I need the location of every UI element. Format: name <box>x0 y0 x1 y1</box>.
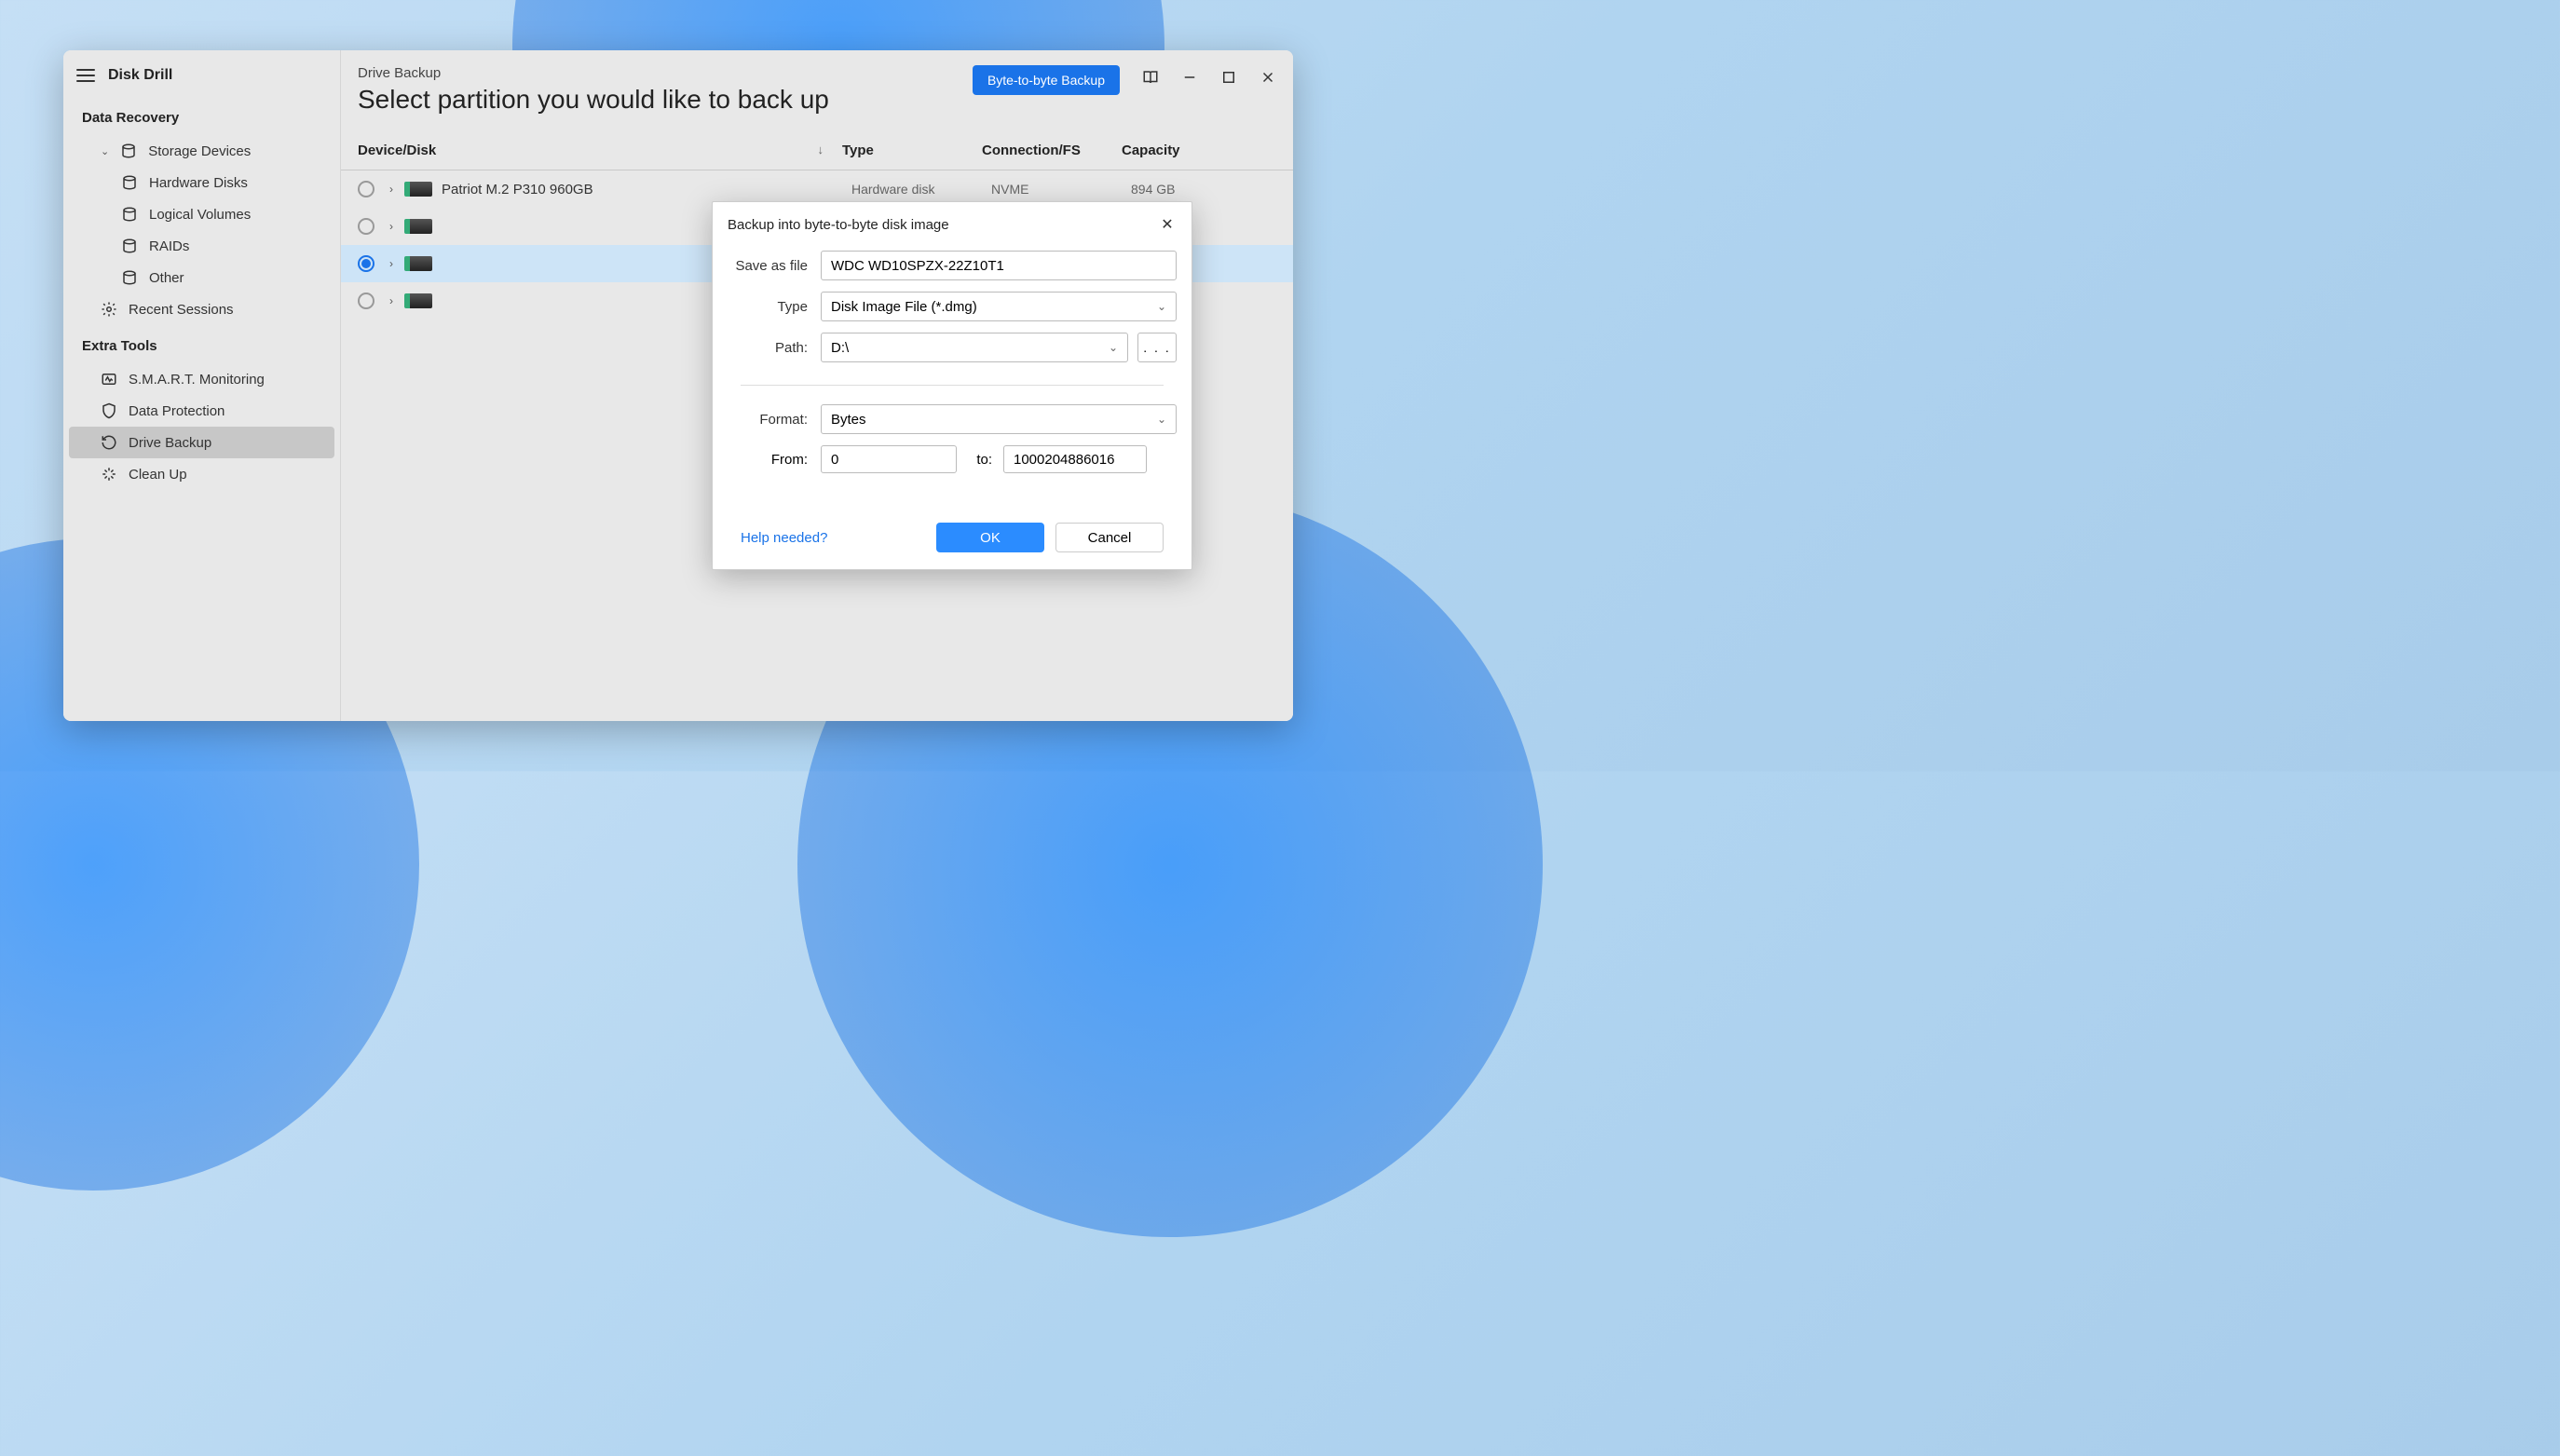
col-device[interactable]: Device/Disk ↓ <box>358 143 842 158</box>
sidebar-label: Hardware Disks <box>149 175 248 191</box>
section-data-recovery: Data Recovery <box>63 97 340 135</box>
menu-icon[interactable] <box>76 69 95 82</box>
sidebar-item-logical-volumes[interactable]: Logical Volumes <box>69 198 334 230</box>
sidebar-item-recent-sessions[interactable]: Recent Sessions <box>69 293 334 325</box>
drive-name: Patriot M.2 P310 960GB <box>442 182 851 197</box>
shield-icon <box>101 402 117 419</box>
storage-icon <box>120 143 137 159</box>
sidebar-item-clean-up[interactable]: Clean Up <box>69 458 334 490</box>
byte-to-byte-backup-button[interactable]: Byte-to-byte Backup <box>973 65 1120 95</box>
radio-button[interactable] <box>358 218 374 235</box>
save-as-input[interactable] <box>821 251 1177 280</box>
app-window: Disk Drill Data Recovery ⌄ Storage Devic… <box>63 50 1293 721</box>
drive-icon <box>404 219 432 234</box>
sidebar-item-data-protection[interactable]: Data Protection <box>69 395 334 427</box>
chevron-down-icon: ⌄ <box>1109 341 1118 354</box>
topbar: Drive Backup Select partition you would … <box>341 50 1293 124</box>
from-label: From: <box>728 452 821 468</box>
drive-icon <box>404 293 432 308</box>
breadcrumb: Drive Backup <box>358 65 973 81</box>
disk-icon <box>121 238 138 254</box>
sidebar-label: Clean Up <box>129 467 187 483</box>
drive-icon <box>404 182 432 197</box>
section-extra-tools: Extra Tools <box>63 325 340 363</box>
backup-icon <box>101 434 117 451</box>
page-title: Select partition you would like to back … <box>358 85 973 115</box>
table-header: Device/Disk ↓ Type Connection/FS Capacit… <box>341 129 1293 170</box>
path-label: Path: <box>728 340 821 356</box>
close-button[interactable] <box>1260 69 1276 86</box>
to-label: to: <box>957 452 1003 468</box>
sidebar-label: RAIDs <box>149 238 189 254</box>
monitor-icon <box>101 371 117 388</box>
main-panel: Drive Backup Select partition you would … <box>341 50 1293 721</box>
chevron-down-icon: ⌄ <box>101 145 109 157</box>
from-input[interactable] <box>821 445 957 473</box>
chevron-right-icon[interactable]: › <box>384 220 399 233</box>
backup-dialog: Backup into byte-to-byte disk image ✕ Sa… <box>712 201 1192 570</box>
sidebar-item-storage-devices[interactable]: ⌄ Storage Devices <box>69 135 334 167</box>
radio-button[interactable] <box>358 293 374 309</box>
ok-button[interactable]: OK <box>936 523 1044 552</box>
disk-icon <box>121 269 138 286</box>
col-connection[interactable]: Connection/FS <box>982 143 1122 158</box>
chevron-right-icon[interactable]: › <box>384 294 399 307</box>
minimize-button[interactable] <box>1181 69 1198 86</box>
sidebar-item-hardware-disks[interactable]: Hardware Disks <box>69 167 334 198</box>
radio-button[interactable] <box>358 255 374 272</box>
browse-button[interactable]: . . . <box>1137 333 1177 362</box>
sidebar-label: Drive Backup <box>129 435 211 451</box>
sidebar: Disk Drill Data Recovery ⌄ Storage Devic… <box>63 50 341 721</box>
sparkle-icon <box>101 466 117 483</box>
chevron-right-icon[interactable]: › <box>384 183 399 196</box>
chevron-down-icon: ⌄ <box>1157 300 1166 313</box>
sort-arrow-icon: ↓ <box>818 143 824 158</box>
col-type[interactable]: Type <box>842 143 982 158</box>
sidebar-item-smart[interactable]: S.M.A.R.T. Monitoring <box>69 363 334 395</box>
title-bar: Disk Drill <box>63 60 340 97</box>
cell-capacity: 894 GB <box>1131 182 1276 197</box>
save-as-label: Save as file <box>728 258 821 274</box>
cell-connection: NVME <box>991 182 1131 197</box>
type-label: Type <box>728 299 821 315</box>
divider <box>741 385 1164 386</box>
app-title: Disk Drill <box>108 67 172 84</box>
cell-type: Hardware disk <box>851 182 991 197</box>
drive-icon <box>404 256 432 271</box>
type-select[interactable]: Disk Image File (*.dmg) ⌄ <box>821 292 1177 321</box>
maximize-button[interactable] <box>1220 69 1237 86</box>
disk-icon <box>121 174 138 191</box>
sidebar-label: Storage Devices <box>148 143 251 159</box>
chevron-down-icon: ⌄ <box>1157 413 1166 426</box>
sidebar-item-other[interactable]: Other <box>69 262 334 293</box>
format-value: Bytes <box>831 412 866 428</box>
book-icon[interactable] <box>1142 69 1159 86</box>
dialog-title: Backup into byte-to-byte disk image <box>728 217 949 233</box>
to-input[interactable] <box>1003 445 1147 473</box>
path-select[interactable]: D:\ ⌄ <box>821 333 1128 362</box>
close-icon[interactable]: ✕ <box>1158 215 1177 234</box>
sidebar-label: Data Protection <box>129 403 225 419</box>
col-capacity[interactable]: Capacity <box>1122 143 1276 158</box>
sidebar-label: Logical Volumes <box>149 207 251 223</box>
format-label: Format: <box>728 412 821 428</box>
type-value: Disk Image File (*.dmg) <box>831 299 977 315</box>
chevron-right-icon[interactable]: › <box>384 257 399 270</box>
sidebar-label: Other <box>149 270 184 286</box>
sidebar-label: S.M.A.R.T. Monitoring <box>129 372 265 388</box>
path-value: D:\ <box>831 340 849 356</box>
help-link[interactable]: Help needed? <box>741 530 827 546</box>
sidebar-item-raids[interactable]: RAIDs <box>69 230 334 262</box>
gear-icon <box>101 301 117 318</box>
sidebar-item-drive-backup[interactable]: Drive Backup <box>69 427 334 458</box>
disk-icon <box>121 206 138 223</box>
format-select[interactable]: Bytes ⌄ <box>821 404 1177 434</box>
sidebar-label: Recent Sessions <box>129 302 234 318</box>
radio-button[interactable] <box>358 181 374 197</box>
cancel-button[interactable]: Cancel <box>1055 523 1164 552</box>
